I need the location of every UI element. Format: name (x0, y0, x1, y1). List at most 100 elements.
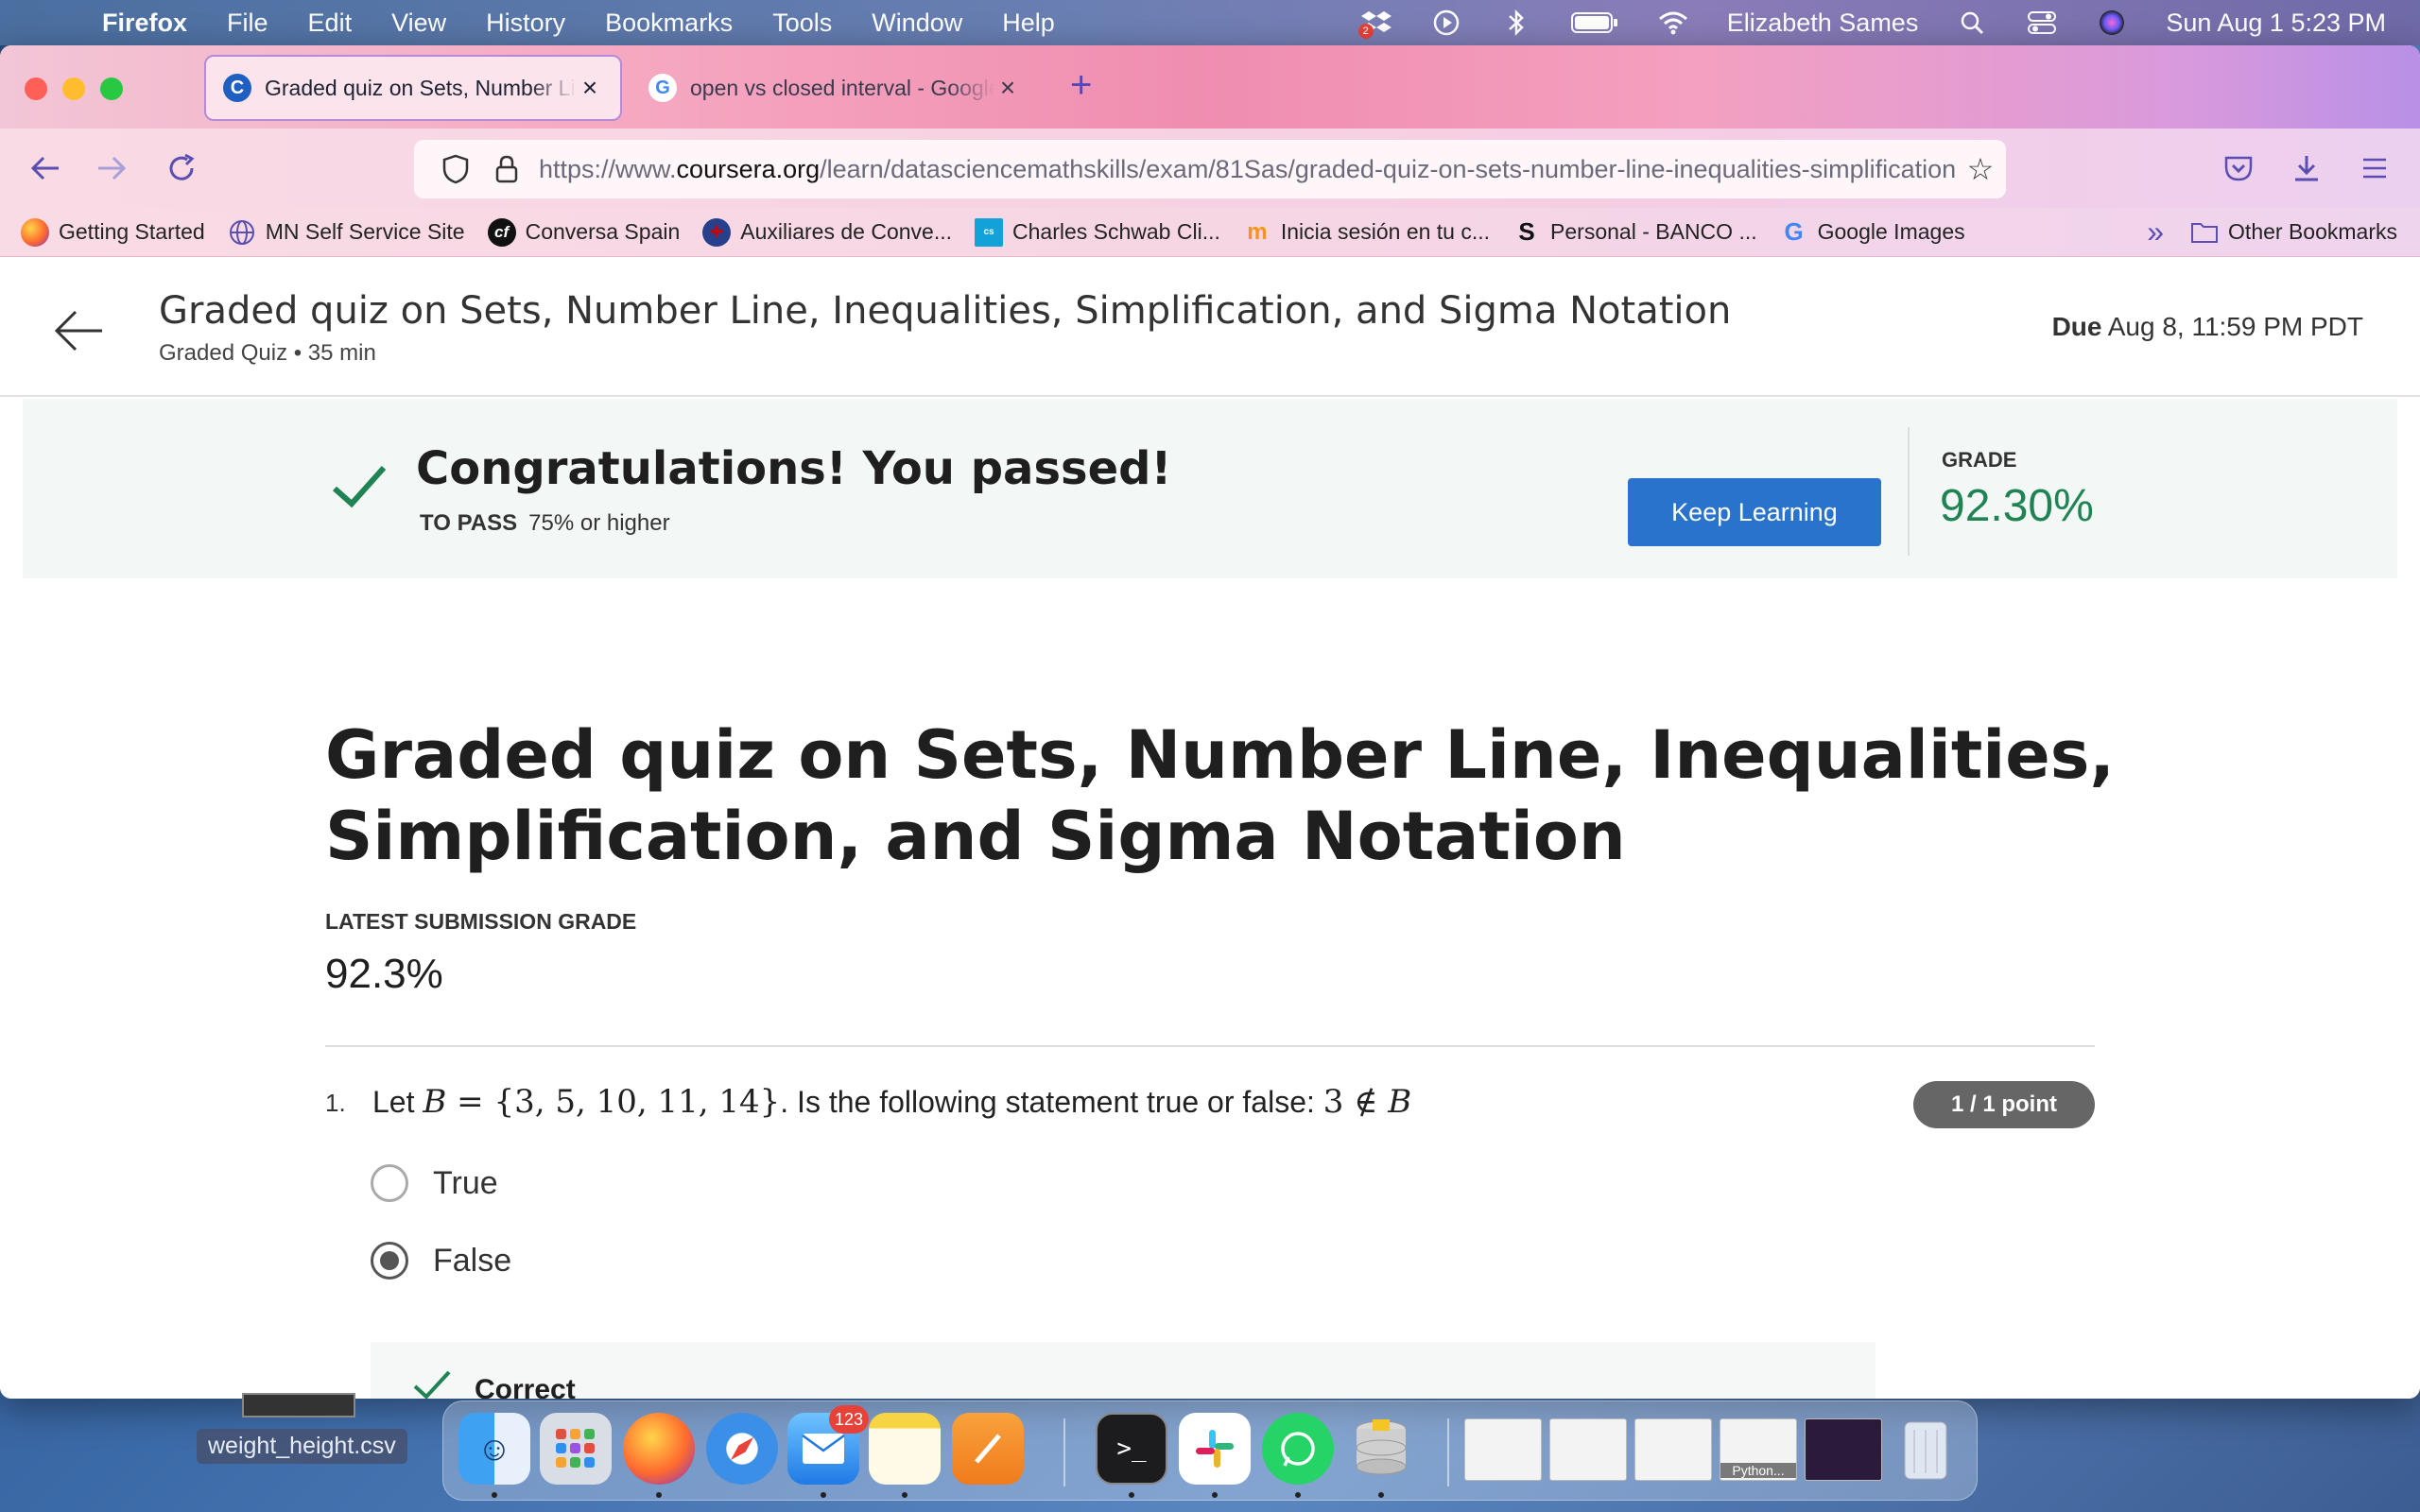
bookmark-label: Inicia sesión en tu c... (1280, 219, 1491, 244)
tracking-protection-shield-icon[interactable] (437, 150, 475, 188)
menu-history[interactable]: History (486, 9, 565, 38)
tab-label: Graded quiz on Sets, Number Line, Inequa… (265, 75, 577, 100)
globe-icon (228, 218, 256, 247)
feedback-box: Correct (371, 1342, 1876, 1399)
minimized-window-thumbnail[interactable] (1549, 1418, 1627, 1481)
header-title: Graded quiz on Sets, Number Line, Inequa… (159, 289, 1732, 333)
url-text[interactable]: https://www.coursera.org/learn/datascien… (539, 155, 1955, 184)
pocket-icon[interactable] (2218, 147, 2259, 189)
thumbnail-label: Python... (1720, 1463, 1796, 1478)
menubar-clock[interactable]: Sun Aug 1 5:23 PM (2166, 9, 2386, 38)
play-circle-icon[interactable] (1430, 7, 1462, 39)
hamburger-menu-icon[interactable] (2354, 147, 2395, 189)
bookmark-auxiliares[interactable]: ✚ Auxiliares de Conve... (702, 217, 952, 247)
url-bar[interactable]: https://www.coursera.org/learn/datascien… (414, 140, 2006, 198)
forward-arrow-icon[interactable] (91, 147, 132, 189)
siri-icon[interactable] (2096, 7, 2128, 39)
bookmark-charles-schwab[interactable]: cs Charles Schwab Cli... (975, 217, 1220, 247)
dock-separator (1063, 1418, 1065, 1486)
bookmark-label: Other Bookmarks (2228, 219, 2397, 244)
bookmark-personal-banco[interactable]: S Personal - BANCO ... (1512, 217, 1756, 247)
macos-dock: ☺ 123 >_ Python... (442, 1400, 1978, 1501)
minimized-window-thumbnail[interactable] (1464, 1418, 1542, 1481)
running-indicator (821, 1492, 826, 1498)
bookmark-label: Getting Started (59, 219, 205, 244)
running-indicator (656, 1492, 662, 1498)
option-false[interactable]: False (371, 1242, 511, 1280)
battery-icon[interactable] (1570, 7, 1619, 39)
downloads-icon[interactable] (2286, 147, 2327, 189)
control-center-icon[interactable] (2026, 7, 2058, 39)
minimized-window-thumbnail[interactable] (1634, 1418, 1712, 1481)
slack-icon[interactable] (1179, 1413, 1251, 1485)
bookmark-inicia-sesion[interactable]: m Inicia sesión en tu c... (1243, 218, 1490, 247)
bookmark-mn-self-service[interactable]: MN Self Service Site (228, 218, 465, 247)
menu-help[interactable]: Help (1002, 9, 1055, 38)
bookmark-label: MN Self Service Site (265, 219, 465, 244)
bookmark-star-icon[interactable]: ☆ (1955, 151, 2006, 187)
folder-icon (2190, 218, 2219, 247)
trash-icon[interactable] (1890, 1413, 1962, 1485)
new-tab-plus-icon[interactable]: + (1070, 64, 1092, 107)
bookmarks-toolbar: Getting Started MN Self Service Site cf … (0, 208, 2420, 257)
firefox-window: C Graded quiz on Sets, Number Line, Ineq… (0, 45, 2420, 1399)
tab-google-search[interactable]: G open vs closed interval - Google Searc… (631, 55, 1038, 121)
bookmark-conversa-spain[interactable]: cf Conversa Spain (487, 217, 680, 247)
navigation-toolbar: https://www.coursera.org/learn/datascien… (0, 129, 2420, 208)
menu-tools[interactable]: Tools (772, 9, 832, 38)
option-true[interactable]: True (371, 1164, 498, 1202)
header-subtitle: Graded Quiz • 35 min (159, 340, 376, 366)
running-indicator (492, 1492, 497, 1498)
bluetooth-icon[interactable] (1500, 7, 1532, 39)
bookmark-google-images[interactable]: G Google Images (1780, 217, 1965, 247)
dropbox-icon[interactable]: 2 (1357, 7, 1392, 39)
close-tab-icon[interactable]: × (994, 73, 1021, 103)
minimized-python-window-thumbnail[interactable]: Python... (1720, 1418, 1797, 1481)
close-window-button[interactable] (25, 77, 47, 100)
desktop-file-label[interactable]: weight_height.csv (197, 1429, 407, 1464)
reload-icon[interactable] (161, 147, 202, 189)
mail-icon[interactable]: 123 (787, 1405, 869, 1485)
keep-learning-button[interactable]: Keep Learning (1628, 478, 1881, 546)
radio-button-selected[interactable] (371, 1242, 408, 1280)
bookmark-getting-started[interactable]: Getting Started (21, 217, 205, 247)
notes-icon[interactable] (869, 1413, 941, 1485)
dropbox-badge: 2 (1357, 24, 1374, 39)
menu-bookmarks[interactable]: Bookmarks (605, 9, 733, 38)
pages-icon[interactable] (952, 1413, 1024, 1485)
menu-edit[interactable]: Edit (308, 9, 353, 38)
minimized-window-thumbnail[interactable] (1805, 1418, 1882, 1481)
zoom-window-button[interactable] (100, 77, 123, 100)
radio-button[interactable] (371, 1164, 408, 1202)
tab-coursera-quiz[interactable]: C Graded quiz on Sets, Number Line, Ineq… (204, 55, 622, 121)
menu-file[interactable]: File (227, 9, 268, 38)
menu-window[interactable]: Window (872, 9, 962, 38)
latest-grade-value: 92.3% (325, 951, 443, 997)
menu-app-firefox[interactable]: Firefox (102, 9, 187, 38)
back-arrow-icon[interactable] (53, 302, 104, 364)
finder-icon[interactable]: ☺ (458, 1413, 530, 1485)
spotlight-search-icon[interactable] (1956, 7, 1988, 39)
firefox-dock-icon[interactable] (623, 1413, 695, 1485)
running-indicator (902, 1492, 908, 1498)
csv-file-icon[interactable] (242, 1393, 355, 1418)
terminal-icon[interactable]: >_ (1096, 1413, 1167, 1485)
close-tab-icon[interactable]: × (577, 73, 603, 103)
charles-schwab-icon: cs (975, 217, 1003, 247)
quiz-header: Graded quiz on Sets, Number Line, Inequa… (0, 257, 2420, 397)
lock-icon[interactable] (488, 150, 526, 188)
menubar-user-name[interactable]: Elizabeth Sames (1727, 9, 1919, 38)
whatsapp-icon[interactable] (1262, 1413, 1334, 1485)
other-bookmarks-folder[interactable]: Other Bookmarks (2190, 218, 2397, 247)
safari-icon[interactable] (706, 1413, 778, 1485)
menu-view[interactable]: View (391, 9, 446, 38)
more-bookmarks-chevron-icon[interactable]: » (2147, 215, 2164, 249)
wifi-icon[interactable] (1657, 7, 1689, 39)
bookmark-label: Auxiliares de Conve... (740, 219, 952, 244)
firefox-icon (21, 217, 49, 247)
pass-banner: Congratulations! You passed! TO PASS 75% … (23, 399, 2397, 578)
back-arrow-icon[interactable] (25, 147, 66, 189)
minimize-window-button[interactable] (62, 77, 85, 100)
database-app-icon[interactable] (1345, 1413, 1417, 1485)
launchpad-icon[interactable] (540, 1413, 612, 1485)
